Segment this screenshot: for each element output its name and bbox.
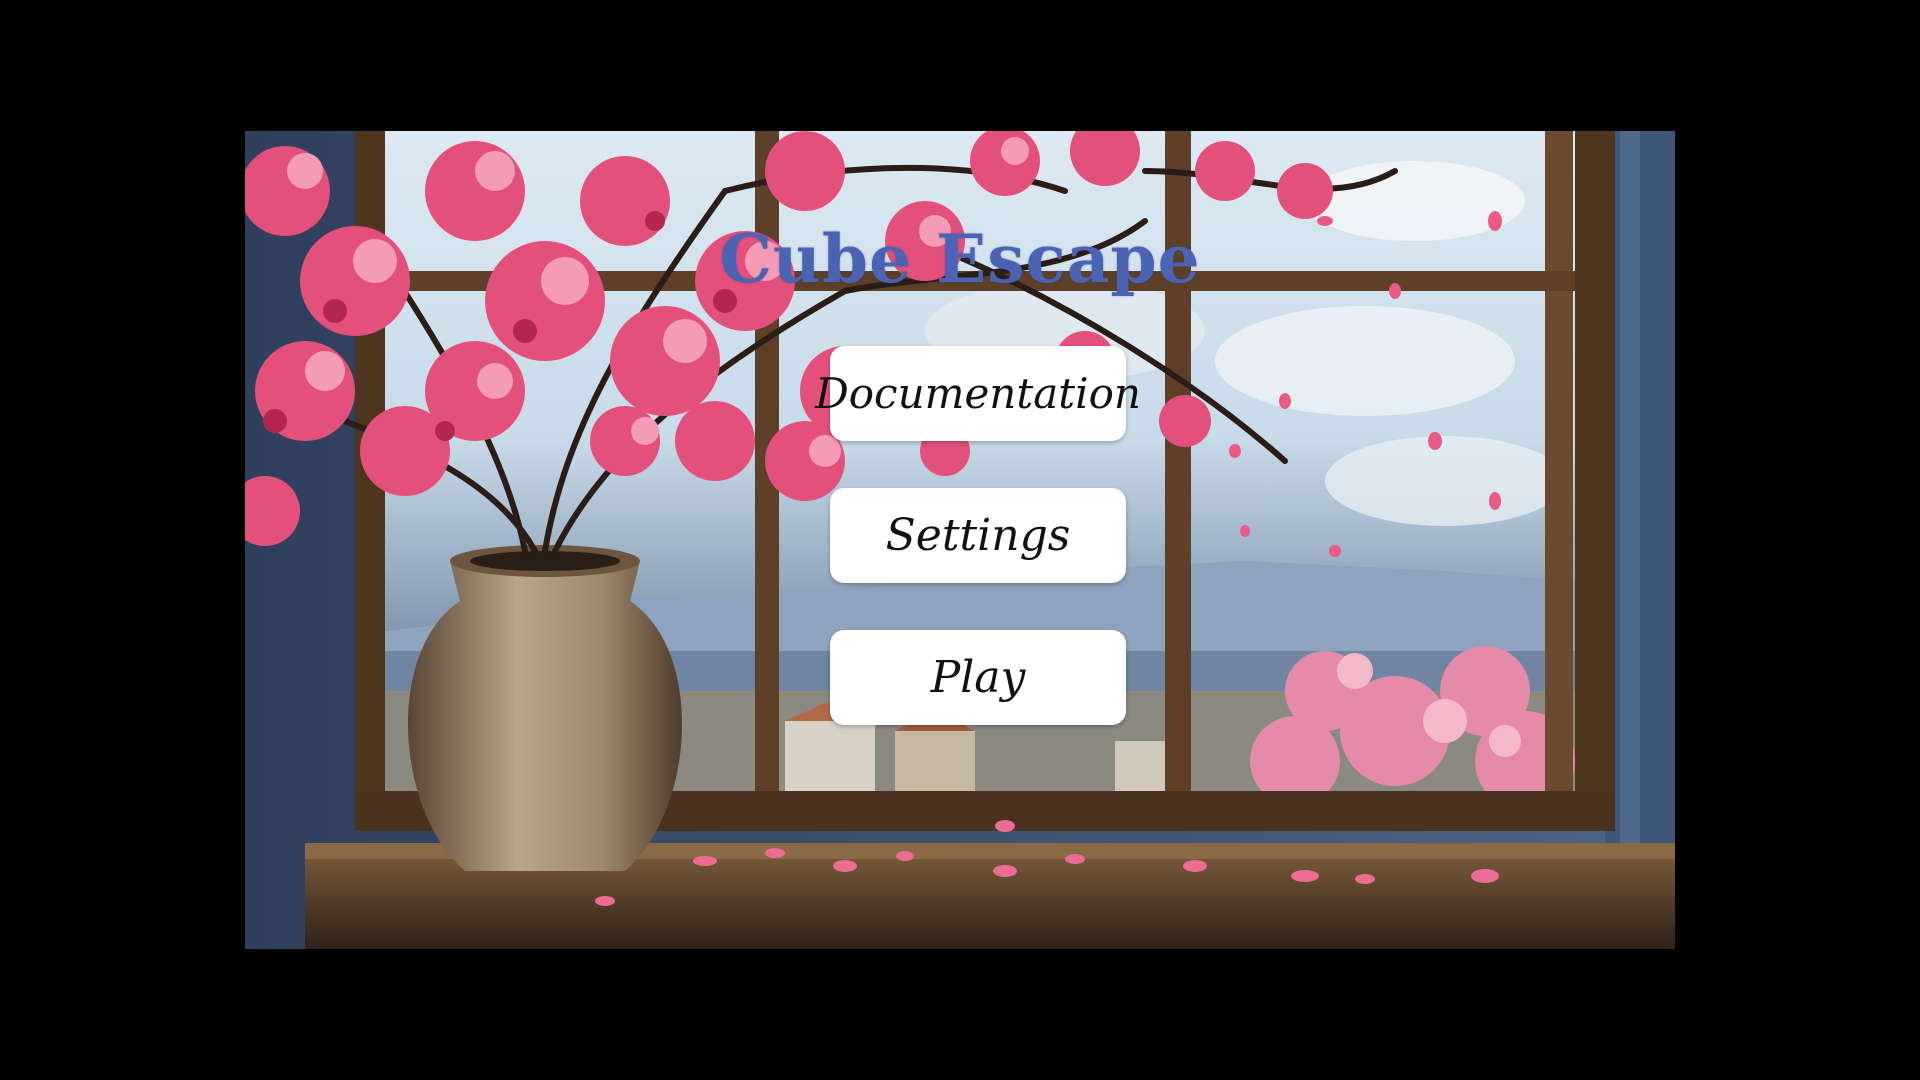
documentation-button[interactable]: Documentation xyxy=(815,346,1141,441)
play-button[interactable]: Play xyxy=(830,630,1126,725)
game-title: Cube Escape xyxy=(719,220,1201,298)
game-viewport: Cube Escape Documentation Settings Play xyxy=(0,0,1920,1080)
settings-button[interactable]: Settings xyxy=(830,488,1126,583)
